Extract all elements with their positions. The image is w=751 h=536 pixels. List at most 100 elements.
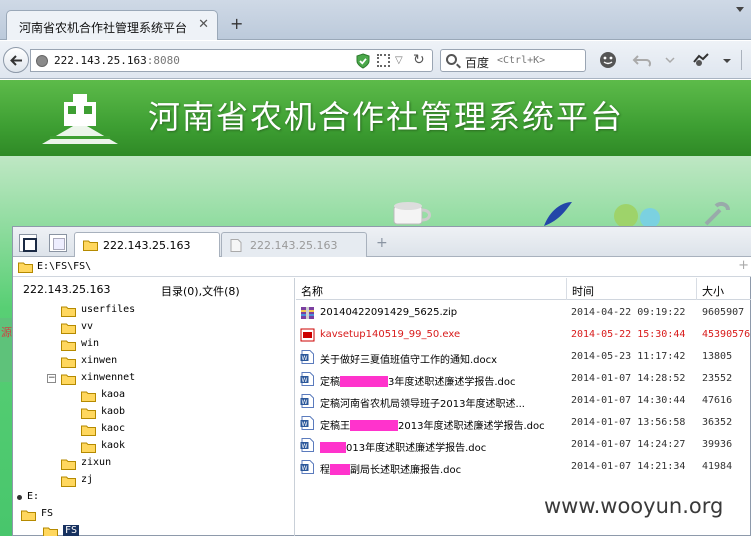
fm-tab-1[interactable]: 222.143.25.163 bbox=[74, 232, 220, 257]
site-title: 河南省农机合作社管理系统平台 bbox=[148, 98, 625, 136]
globe-icon bbox=[36, 55, 48, 67]
tree-item-label: FS bbox=[41, 508, 54, 519]
archive-file-icon bbox=[300, 306, 315, 323]
file-name-prefix: 定稿 bbox=[320, 377, 340, 388]
folder-icon bbox=[83, 240, 98, 251]
view-toggle-button[interactable] bbox=[49, 234, 67, 252]
reload-icon[interactable]: ↻ bbox=[413, 52, 425, 68]
fm-new-tab-button[interactable]: + bbox=[376, 235, 388, 251]
tree-item-label: kaoc bbox=[101, 423, 126, 434]
file-time: 2014-01-07 14:28:52 bbox=[571, 373, 686, 384]
tree-item-label: userfiles bbox=[81, 304, 136, 315]
back-arrow-icon bbox=[10, 55, 22, 66]
menu-dropdown-icon[interactable] bbox=[716, 50, 738, 70]
file-time: 2014-01-07 14:21:34 bbox=[571, 461, 686, 472]
search-box[interactable]: 百度 <Ctrl+K> bbox=[440, 49, 586, 72]
file-size: 36352 bbox=[702, 417, 733, 428]
file-name-suffix: 2013年度述职述廉述学报告.doc bbox=[398, 421, 545, 432]
folder-icon bbox=[61, 475, 76, 490]
word-document-icon: W bbox=[300, 416, 315, 433]
file-row[interactable]: W 关于做好三夏值班值守工作的通知.docx 2014-05-23 11:17:42… bbox=[296, 346, 751, 368]
file-size: 39936 bbox=[702, 439, 733, 450]
path-add-button[interactable]: + bbox=[738, 258, 749, 273]
tree-item-label: win bbox=[81, 338, 100, 349]
word-document-icon: W bbox=[300, 394, 315, 411]
address-dropdown-icon[interactable]: ▽ bbox=[395, 55, 403, 66]
close-tab-icon[interactable]: ✕ bbox=[198, 17, 209, 32]
browser-tab-bar: 河南省农机合作社管理系统平台 ✕ + bbox=[0, 0, 751, 40]
file-time: 2014-05-23 11:17:42 bbox=[571, 351, 686, 362]
file-row[interactable]: W 定稿 3年度述职述廉述学报告.doc 2014-01-07 14:28:52 235… bbox=[296, 368, 751, 390]
folder-icon bbox=[61, 458, 76, 473]
tool-illustration-icon bbox=[704, 201, 730, 226]
word-document-icon: W bbox=[300, 350, 315, 367]
folder-icon bbox=[81, 424, 96, 439]
file-row[interactable]: W 程 副局长述职述廉报告.doc 2014-01-07 14:21:34 41984 bbox=[296, 456, 751, 478]
path-bar[interactable]: E:\FS\FS\ + bbox=[13, 257, 751, 277]
security-shield-icon[interactable] bbox=[356, 53, 370, 69]
feather-illustration-icon bbox=[544, 202, 572, 226]
file-size: 47616 bbox=[702, 395, 733, 406]
file-time: 2014-01-07 14:30:44 bbox=[571, 395, 686, 406]
file-row[interactable]: W 013年度述职述廉述学报告.doc 2014-01-07 14:24:27 399… bbox=[296, 434, 751, 456]
tree-item-label: zj bbox=[81, 474, 94, 485]
file-row[interactable]: W 定稿王 2013年度述职述廉述学报告.doc 2014-01-07 13:56:5… bbox=[296, 412, 751, 434]
collapse-icon[interactable]: − bbox=[47, 374, 56, 383]
search-icon bbox=[446, 54, 457, 65]
column-name-header[interactable]: 名称 bbox=[301, 283, 323, 299]
ball-illustration-icon bbox=[614, 204, 660, 228]
column-size-header[interactable]: 大小 bbox=[702, 283, 724, 299]
svg-text:W: W bbox=[302, 443, 308, 450]
browser-nav-bar: 222.143.25.163:8080 ▽ ↻ 百度 <Ctrl+K> bbox=[0, 41, 751, 79]
file-name: 定稿河南省农机局领导班子2013年度述职述... bbox=[320, 399, 525, 410]
file-row[interactable]: kavsetup140519_99_50.exe 2014-05-22 15:30… bbox=[296, 324, 751, 346]
tree-item-label: xinwen bbox=[81, 355, 118, 366]
file-name-prefix: 程 bbox=[320, 465, 330, 476]
file-time: 2014-05-22 15:30:44 bbox=[571, 329, 686, 340]
tree-item-label: vv bbox=[81, 321, 94, 332]
new-tab-button[interactable]: + bbox=[230, 14, 243, 33]
item-counts: 目录(0),文件(8) bbox=[161, 285, 240, 298]
fm-tab-label: 222.143.25.163 bbox=[250, 239, 338, 252]
file-row[interactable]: W 定稿河南省农机局领导班子2013年度述职述... 2014-01-07 14:3… bbox=[296, 390, 751, 412]
word-document-icon: W bbox=[300, 460, 315, 477]
directory-tree-panel: 222.143.25.163 目录(0),文件(8) userfiles vv wi… bbox=[13, 278, 295, 536]
tree-item-label: kaob bbox=[101, 406, 126, 417]
file-size: 23552 bbox=[702, 373, 733, 384]
file-name: 20140422091429_5625.zip bbox=[320, 307, 458, 318]
redaction-mark bbox=[350, 420, 398, 431]
column-separator[interactable] bbox=[566, 278, 567, 300]
folder-icon bbox=[43, 526, 58, 536]
expand-icon[interactable] bbox=[17, 495, 22, 500]
redaction-mark bbox=[340, 376, 388, 387]
undo-icon[interactable] bbox=[632, 50, 654, 70]
qr-code-icon[interactable] bbox=[377, 54, 390, 67]
fm-tab-2[interactable]: 222.143.25.163 bbox=[221, 232, 367, 257]
folder-icon bbox=[81, 441, 96, 456]
panel-toggle-button[interactable] bbox=[19, 234, 37, 252]
address-bar[interactable]: 222.143.25.163:8080 ▽ ↻ bbox=[30, 49, 433, 72]
svg-text:W: W bbox=[302, 355, 308, 362]
search-shortcut-hint: <Ctrl+K> bbox=[497, 55, 546, 66]
url-host: 222.143.25.163 bbox=[54, 54, 147, 67]
file-name-suffix: 3年度述职述廉述学报告.doc bbox=[388, 377, 516, 388]
extension-icon[interactable] bbox=[690, 50, 712, 70]
file-size: 41984 bbox=[702, 461, 733, 472]
chat-face-icon[interactable] bbox=[597, 50, 619, 70]
file-time: 2014-04-22 09:19:22 bbox=[571, 307, 686, 318]
file-manager-tab-bar: 222.143.25.163 222.143.25.163 + bbox=[13, 227, 751, 257]
file-name: 程 副局长述职述廉报告.doc bbox=[320, 461, 568, 476]
tab-list-dropdown-icon[interactable] bbox=[733, 3, 747, 15]
word-document-icon: W bbox=[300, 372, 315, 389]
file-row[interactable]: 20140422091429_5625.zip 2014-04-22 09:19:… bbox=[296, 302, 751, 324]
cup-illustration-icon bbox=[393, 202, 431, 225]
browser-tab-active[interactable]: 河南省农机合作社管理系统平台 ✕ bbox=[6, 10, 218, 40]
back-button[interactable] bbox=[3, 47, 29, 73]
file-name: 013年度述职述廉述学报告.doc bbox=[320, 439, 568, 454]
column-time-header[interactable]: 时间 bbox=[572, 283, 594, 299]
folder-icon bbox=[61, 339, 76, 354]
column-separator[interactable] bbox=[696, 278, 697, 300]
undo-dropdown-icon[interactable] bbox=[659, 50, 681, 70]
file-name-suffix: 013年度述职述廉述学报告.doc bbox=[346, 443, 487, 454]
word-document-icon: W bbox=[300, 438, 315, 455]
